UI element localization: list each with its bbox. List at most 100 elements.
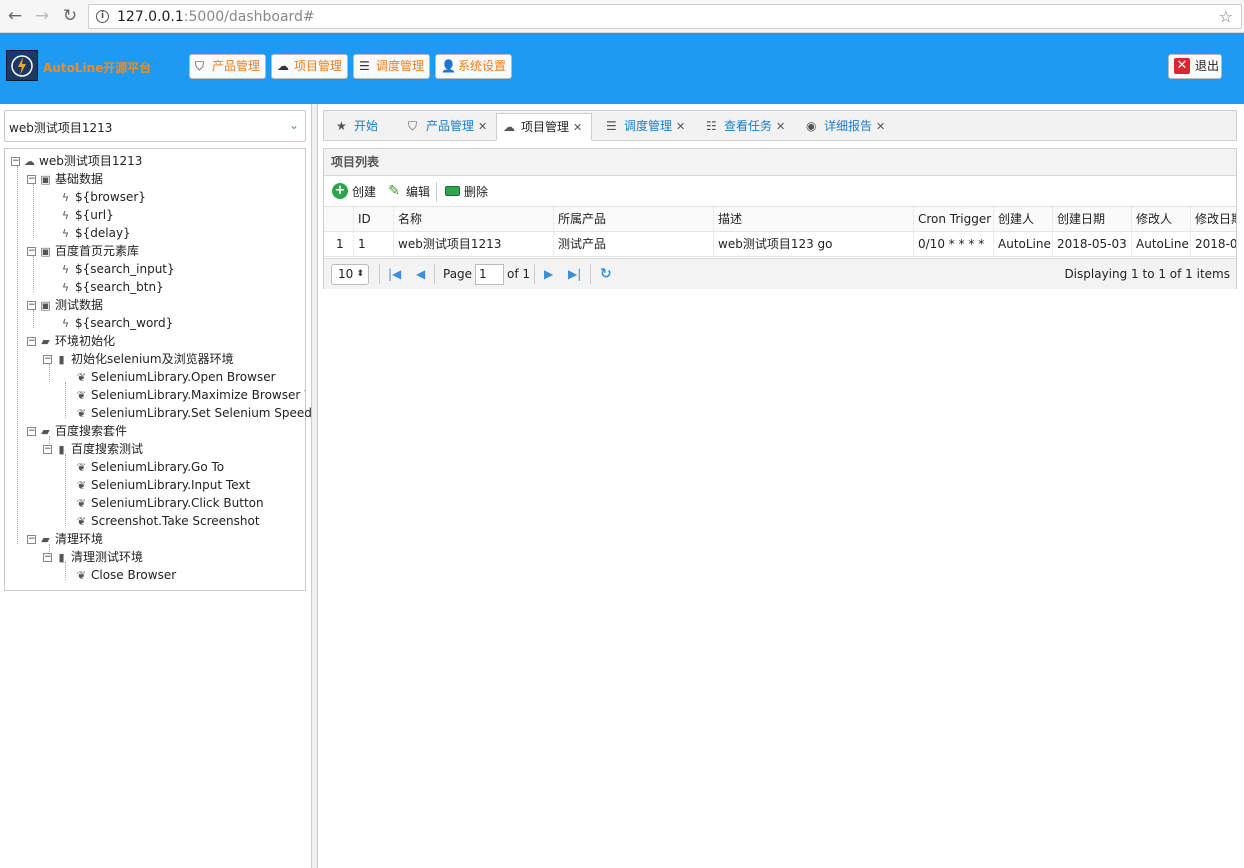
cell-creator: AutoLine bbox=[994, 232, 1053, 257]
collapse-toggle[interactable]: − bbox=[43, 355, 52, 364]
nav-product-button[interactable]: ⛉ 产品管理 bbox=[189, 54, 267, 79]
tree-node-case[interactable]: − ▮ 百度搜索测试 bbox=[43, 440, 143, 458]
refresh-icon[interactable]: ↻ bbox=[600, 265, 612, 284]
table-row[interactable]: 1 1 web测试项目1213 测试产品 web测试项目123 go 0/10 … bbox=[324, 232, 1236, 257]
tree-node-variable[interactable]: ϟ ${search_input} bbox=[59, 260, 175, 278]
tab-project[interactable]: ☁ 项目管理 ✕ bbox=[496, 113, 592, 141]
minus-icon bbox=[444, 183, 460, 199]
collapse-toggle[interactable]: − bbox=[27, 337, 36, 346]
tree-node-step[interactable]: ❦ SeleniumLibrary.Input Text bbox=[75, 476, 250, 494]
column-header[interactable]: 名称 bbox=[394, 207, 554, 232]
column-header[interactable]: ID bbox=[354, 207, 394, 232]
last-page-icon[interactable]: ▶| bbox=[568, 265, 581, 284]
address-bar[interactable]: i 127.0.0.1:5000/dashboard# ☆ bbox=[88, 4, 1242, 29]
cell-cron: 0/10 * * * * bbox=[914, 232, 994, 257]
tree-node-suite[interactable]: − ▰ 环境初始化 bbox=[27, 332, 115, 350]
collapse-toggle[interactable]: − bbox=[27, 301, 36, 310]
collapse-toggle[interactable]: − bbox=[11, 157, 20, 166]
tree-node-project[interactable]: − ☁ web测试项目1213 bbox=[11, 152, 142, 170]
bolt-icon: ϟ bbox=[61, 191, 70, 204]
file-icon: ▮ bbox=[58, 353, 65, 366]
tree-node-resource[interactable]: − ▣ 测试数据 bbox=[27, 296, 103, 314]
tree-node-case[interactable]: − ▮ 初始化selenium及浏览器环境 bbox=[43, 350, 234, 368]
forward-icon[interactable]: → bbox=[33, 6, 51, 26]
close-icon[interactable]: ✕ bbox=[876, 120, 885, 133]
tree-node-step[interactable]: ❦ SeleniumLibrary.Go To bbox=[75, 458, 224, 476]
tree-node-step[interactable]: ❦ SeleniumLibrary.Click Button bbox=[75, 494, 264, 512]
tree-node-variable[interactable]: ϟ ${delay} bbox=[59, 224, 131, 242]
prev-page-icon[interactable]: ◀ bbox=[416, 265, 425, 284]
delete-button[interactable]: 删除 bbox=[444, 182, 488, 202]
collapse-toggle[interactable]: − bbox=[27, 247, 36, 256]
collapse-toggle[interactable]: − bbox=[43, 553, 52, 562]
collapse-toggle[interactable]: − bbox=[43, 445, 52, 454]
column-header[interactable]: 修改日期 bbox=[1191, 207, 1236, 232]
edit-button[interactable]: ✎ 编辑 bbox=[386, 182, 430, 202]
column-header[interactable]: Cron Trigger bbox=[914, 207, 994, 232]
grid-header: ID 名称 所属产品 描述 Cron Trigger 创建人 创建日期 修改人 … bbox=[324, 207, 1236, 232]
column-header[interactable]: 创建日期 bbox=[1053, 207, 1132, 232]
info-icon[interactable]: i bbox=[96, 10, 109, 23]
cloud-icon: ☁ bbox=[503, 120, 515, 134]
bookmark-star-icon[interactable]: ☆ bbox=[1219, 7, 1233, 26]
cell-modifier: AutoLine bbox=[1132, 232, 1191, 257]
row-number: 1 bbox=[324, 232, 354, 257]
close-icon[interactable]: ✕ bbox=[776, 120, 785, 133]
close-icon[interactable]: ✕ bbox=[676, 120, 685, 133]
sidebar: web测试项目1213 ⌄ − ☁ web测试项目1213 − ▣ 基础数据 ϟ ${br… bbox=[0, 104, 312, 868]
column-header[interactable]: 所属产品 bbox=[554, 207, 714, 232]
tree-node-resource[interactable]: − ▣ 基础数据 bbox=[27, 170, 103, 188]
project-select[interactable]: web测试项目1213 ⌄ bbox=[4, 110, 306, 142]
leaf-icon: ❦ bbox=[76, 371, 87, 384]
tree-node-variable[interactable]: ϟ ${browser} bbox=[59, 188, 146, 206]
page-size-select[interactable]: 10 ⬍ bbox=[331, 264, 369, 285]
tree-node-resource[interactable]: − ▣ 百度首页元素库 bbox=[27, 242, 139, 260]
tab-report[interactable]: ◉ 详细报告 ✕ bbox=[800, 113, 892, 141]
page-label: Page bbox=[443, 267, 473, 281]
pager-divider bbox=[434, 264, 435, 284]
next-page-icon[interactable]: ▶ bbox=[544, 265, 553, 284]
column-header[interactable]: 修改人 bbox=[1132, 207, 1191, 232]
url-text[interactable]: 127.0.0.1:5000/dashboard# bbox=[117, 9, 315, 25]
folder-icon: ▰ bbox=[41, 425, 50, 438]
nav-settings-button[interactable]: 👤 系统设置 bbox=[435, 54, 513, 79]
create-button[interactable]: + 创建 bbox=[332, 182, 376, 202]
back-icon[interactable]: ← bbox=[6, 6, 24, 26]
tab-start[interactable]: ★ 开始 bbox=[330, 113, 390, 141]
tree-node-step[interactable]: ❦ SeleniumLibrary.Set Selenium Speed bbox=[75, 404, 312, 422]
logo-icon bbox=[6, 50, 38, 81]
tree-node-suite[interactable]: − ▰ 百度搜索套件 bbox=[27, 422, 127, 440]
column-header[interactable]: 创建人 bbox=[994, 207, 1053, 232]
tree-node-suite[interactable]: − ▰ 清理环境 bbox=[27, 530, 103, 548]
tree-node-variable[interactable]: ϟ ${search_word} bbox=[59, 314, 173, 332]
nav-project-button[interactable]: ☁ 项目管理 bbox=[271, 54, 349, 79]
collapse-toggle[interactable]: − bbox=[27, 175, 36, 184]
cell-product: 测试产品 bbox=[554, 232, 714, 257]
pane-splitter[interactable] bbox=[312, 104, 318, 868]
close-icon[interactable]: ✕ bbox=[478, 120, 487, 133]
first-page-icon[interactable]: |◀ bbox=[388, 265, 401, 284]
column-header[interactable]: 描述 bbox=[714, 207, 914, 232]
collapse-toggle[interactable]: − bbox=[27, 535, 36, 544]
tree-node-step[interactable]: ❦ Screenshot.Take Screenshot bbox=[75, 512, 260, 530]
tab-product[interactable]: ⛉ 产品管理 ✕ bbox=[402, 113, 494, 141]
tree-node-variable[interactable]: ϟ ${url} bbox=[59, 206, 114, 224]
tab-tasks[interactable]: ☷ 查看任务 ✕ bbox=[700, 113, 792, 141]
page-count-label: of 1 bbox=[507, 267, 531, 281]
pager-divider bbox=[534, 264, 535, 284]
tree-node-step[interactable]: ❦SeleniumLibrary.Maximize Browser Window bbox=[75, 386, 305, 404]
collapse-toggle[interactable]: − bbox=[27, 427, 36, 436]
logout-button[interactable]: ✕ 退出 bbox=[1168, 54, 1222, 79]
briefcase-icon: ▣ bbox=[40, 299, 51, 312]
close-icon[interactable]: ✕ bbox=[573, 121, 582, 134]
tree-node-step[interactable]: ❦ SeleniumLibrary.Open Browser bbox=[75, 368, 276, 386]
tree-node-step[interactable]: ❦ Close Browser bbox=[75, 566, 176, 584]
reload-icon[interactable]: ↻ bbox=[61, 6, 79, 26]
tree-node-variable[interactable]: ϟ ${search_btn} bbox=[59, 278, 164, 296]
bolt-icon: ϟ bbox=[61, 227, 70, 240]
nav-schedule-button[interactable]: ☰ 调度管理 bbox=[353, 54, 431, 79]
chevron-down-icon[interactable]: ⌄ bbox=[283, 111, 305, 141]
page-number-input[interactable]: 1 bbox=[475, 264, 504, 285]
tab-schedule[interactable]: ☰ 调度管理 ✕ bbox=[600, 113, 692, 141]
tree-node-case[interactable]: − ▮ 清理测试环境 bbox=[43, 548, 143, 566]
